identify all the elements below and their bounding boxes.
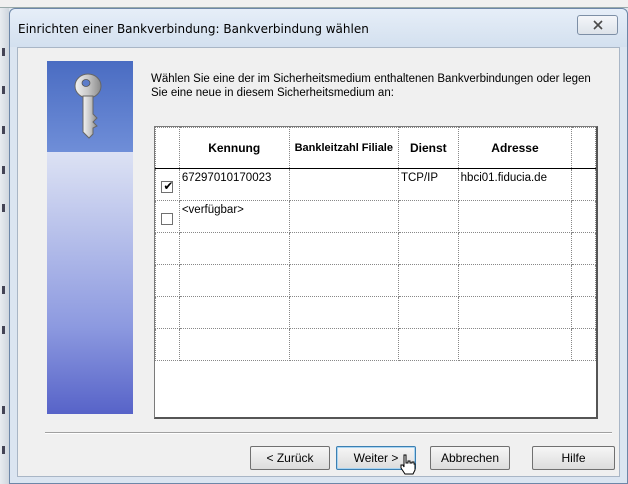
table-row-empty[interactable] bbox=[155, 232, 596, 265]
bank-connection-grid: Kennung Bankleitzahl Filiale Dienst Adre… bbox=[155, 127, 596, 361]
cell-bankleitzahl[interactable] bbox=[288, 200, 399, 233]
cell-dienst-text bbox=[399, 201, 458, 204]
title-bar[interactable]: Einrichten einer Bankverbindung: Bankver… bbox=[10, 9, 627, 47]
cell-dienst[interactable] bbox=[397, 200, 459, 233]
cell-kennung[interactable]: 67297010170023 bbox=[178, 168, 290, 201]
row-checkbox[interactable]: ✔ bbox=[161, 179, 174, 193]
dialog-window: Einrichten einer Bankverbindung: Bankver… bbox=[9, 8, 628, 484]
checkmark-icon: ✔ bbox=[163, 179, 174, 193]
column-header-kennung[interactable]: Kennung bbox=[178, 127, 290, 169]
close-icon bbox=[592, 20, 603, 30]
row-checkbox[interactable] bbox=[161, 213, 174, 225]
header-checkbox bbox=[155, 127, 180, 169]
column-header-adresse[interactable]: Adresse bbox=[457, 127, 573, 169]
cancel-button[interactable]: Abbrechen bbox=[430, 446, 510, 470]
cell-adresse[interactable]: hbci01.fiducia.de bbox=[457, 168, 573, 201]
cell-filler bbox=[571, 168, 596, 201]
wizard-side-banner bbox=[47, 61, 133, 414]
cell-filler bbox=[571, 200, 596, 233]
key-icon bbox=[74, 73, 102, 139]
bank-connection-table[interactable]: Kennung Bankleitzahl Filiale Dienst Adre… bbox=[154, 126, 598, 419]
table-row[interactable]: <verfügbar> bbox=[155, 200, 596, 233]
cell-bankleitzahl-text bbox=[290, 201, 398, 204]
cell-adresse-text: hbci01.fiducia.de bbox=[460, 172, 547, 184]
table-row-empty[interactable] bbox=[155, 264, 596, 297]
close-button[interactable] bbox=[577, 15, 618, 35]
cell-kennung-text: <verfügbar> bbox=[181, 204, 244, 216]
column-header-dienst[interactable]: Dienst bbox=[397, 127, 459, 169]
cell-dienst[interactable]: TCP/IP bbox=[397, 168, 459, 201]
help-button[interactable]: Hilfe bbox=[532, 446, 615, 470]
dialog-body: Wählen Sie eine der im Sicherheitsmedium… bbox=[17, 47, 620, 477]
back-button[interactable]: < Zurück bbox=[250, 446, 330, 470]
background-window-edge bbox=[0, 8, 9, 484]
hand-cursor-icon bbox=[400, 454, 416, 475]
table-row[interactable]: ✔ 67297010170023 TCP/IP hbci01.fiducia.d… bbox=[155, 168, 596, 201]
cell-adresse[interactable] bbox=[457, 200, 573, 233]
cell-bankleitzahl-text bbox=[290, 169, 398, 172]
column-header-bankleitzahl[interactable]: Bankleitzahl Filiale bbox=[288, 127, 399, 169]
cell-kennung[interactable]: <verfügbar> bbox=[178, 200, 290, 233]
header-filler bbox=[571, 127, 596, 169]
cell-dienst-text: TCP/IP bbox=[400, 172, 439, 184]
row-checkbox-cell[interactable] bbox=[155, 200, 180, 233]
cell-adresse-text bbox=[459, 201, 572, 204]
table-header-row: Kennung Bankleitzahl Filiale Dienst Adre… bbox=[155, 127, 596, 169]
cell-kennung-text: 67297010170023 bbox=[181, 172, 272, 184]
row-checkbox-cell[interactable]: ✔ bbox=[155, 168, 180, 201]
cell-bankleitzahl[interactable] bbox=[288, 168, 399, 201]
table-row-empty[interactable] bbox=[155, 328, 596, 361]
table-row-empty[interactable] bbox=[155, 296, 596, 329]
window-title: Einrichten einer Bankverbindung: Bankver… bbox=[18, 22, 369, 36]
background-window-strip bbox=[0, 0, 628, 8]
button-separator bbox=[45, 432, 612, 434]
instruction-text: Wählen Sie eine der im Sicherheitsmedium… bbox=[151, 73, 591, 99]
banner-icon-area bbox=[47, 61, 133, 152]
